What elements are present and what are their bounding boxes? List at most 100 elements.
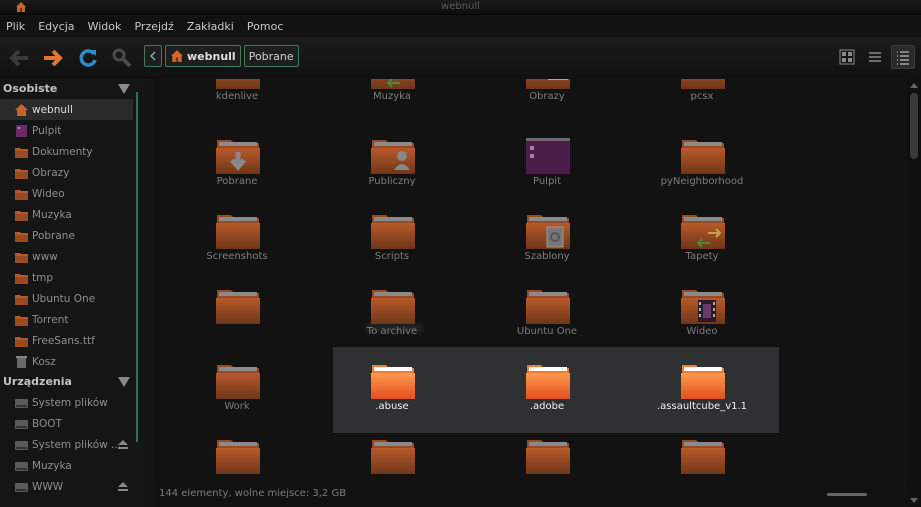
folder-icon [681,365,725,399]
file-item-label: Ubuntu One [516,326,578,337]
sidebar-item-torrent[interactable]: Torrent [0,309,133,330]
sidebar-item-label: www [32,250,58,263]
sidebar-item-label: Muzyka [32,208,72,221]
file-item[interactable]: Obrazy [477,79,617,131]
forward-arrow-icon[interactable] [42,47,64,69]
folder-icon [15,336,28,347]
breadcrumb: webnull Pobrane [144,45,299,67]
file-item[interactable]: Screenshots [167,211,307,291]
sidebar-item-dokumenty[interactable]: Dokumenty [0,141,133,162]
folder-icon [216,365,260,399]
sidebar-item-label: Ubuntu One [32,292,96,305]
sidebar-section-personal[interactable]: Osobiste [0,79,148,99]
sidebar-item-system-plik-w[interactable]: System plików [0,392,133,413]
breadcrumb-home[interactable]: webnull [165,45,241,67]
breadcrumb-current[interactable]: Pobrane [243,45,299,67]
menu-edit[interactable]: Edycja [32,16,76,33]
sidebar-item-webnull[interactable]: webnull [0,99,133,120]
file-item[interactable]: .assaultcube_v1.1 [632,361,772,441]
search-icon[interactable] [111,47,133,69]
file-item[interactable] [632,436,772,485]
sidebar-item-www[interactable]: www [0,246,133,267]
sidebar-item-www[interactable]: WWW [0,476,133,497]
file-item[interactable]: Ubuntu One [477,286,617,366]
sidebar-item-label: WWW [32,480,64,493]
file-item-label: Scripts [374,251,410,262]
menu-file[interactable]: Plik [0,16,27,33]
file-item[interactable]: Publiczny [322,136,462,216]
compact-view-icon [897,51,909,65]
sidebar-scrollbar[interactable] [136,92,144,442]
file-item[interactable] [322,436,462,485]
file-item[interactable]: Work [167,361,307,441]
collapse-triangle-icon[interactable] [118,377,130,387]
folder-icon [526,440,570,474]
file-item[interactable]: .adobe [477,361,617,441]
scroll-down-icon[interactable] [910,498,918,503]
back-arrow-icon[interactable] [8,47,30,69]
file-item[interactable] [167,436,307,485]
file-item[interactable]: pcsx [632,79,772,131]
sidebar-item-muzyka[interactable]: Muzyka [0,455,133,476]
sidebar-item-freesans-ttf[interactable]: FreeSans.ttf [0,330,133,351]
music-folder-icon [371,79,415,89]
downloads-folder-icon [15,231,28,242]
file-item[interactable]: Szablony [477,211,617,291]
sidebar-item-boot[interactable]: BOOT [0,413,133,434]
sidebar-item-pulpit[interactable]: Pulpit [0,120,133,141]
file-item[interactable]: Tapety [632,211,772,291]
file-item[interactable]: Scripts [322,211,462,291]
sidebar-item-kosz[interactable]: Kosz [0,351,133,372]
file-item[interactable]: Wideo [632,286,772,366]
sidebar-item-tmp[interactable]: tmp [0,267,133,288]
folder-icon [216,440,260,474]
folder-icon [15,252,28,263]
sidebar-item-ubuntu-one[interactable]: Ubuntu One [0,288,133,309]
file-item[interactable]: pyNeighborhood [632,136,772,216]
status-text: 144 elementy, wolne miejsce: 3,2 GB [159,488,347,499]
list-view-button[interactable] [863,45,887,69]
file-item[interactable] [477,436,617,485]
sidebar-item-label: BOOT [32,417,62,430]
file-item-label: pcsx [690,91,714,102]
file-item[interactable]: Muzyka [322,79,462,131]
sidebar-item-muzyka[interactable]: Muzyka [0,204,133,225]
file-item-label: .abuse [375,401,409,412]
menu-bar: Plik Edycja Widok Przejdź Zakładki Pomoc [0,15,921,37]
content-scrollbar[interactable] [907,79,921,507]
sidebar-item-wideo[interactable]: Wideo [0,183,133,204]
menu-help[interactable]: Pomoc [241,16,285,33]
sidebar-item-label: Kosz [32,355,56,368]
scroll-up-icon[interactable] [910,83,918,88]
file-item[interactable]: Pulpit [477,136,617,216]
window-title: webnull [441,1,480,12]
sidebar-item-obrazy[interactable]: Obrazy [0,162,133,183]
sidebar-item-system-plik-w[interactable]: System plików ... [0,434,133,455]
zoom-slider[interactable] [827,493,867,496]
collapse-triangle-icon[interactable] [118,84,130,94]
breadcrumb-back-button[interactable] [144,45,162,67]
sidebar-item-pobrane[interactable]: Pobrane [0,225,133,246]
sidebar-item-label: Dokumenty [32,145,93,158]
music-folder-icon [681,215,725,249]
scroll-thumb[interactable] [910,93,918,159]
menu-view[interactable]: Widok [82,16,124,33]
reload-icon[interactable] [77,47,99,69]
file-item[interactable]: .abuse [322,361,462,441]
file-item[interactable]: kdenlive [167,79,307,131]
title-bar[interactable]: webnull [0,0,921,15]
icon-view-button[interactable] [835,45,859,69]
file-item[interactable]: To archive [322,286,462,366]
menu-bookmarks[interactable]: Zakładki [181,16,236,33]
menu-go[interactable]: Przejdź [128,16,175,33]
file-item-label: Publiczny [368,176,416,187]
compact-view-button[interactable] [891,45,915,69]
file-item-label: Pulpit [532,176,562,187]
file-item[interactable]: Pobrane [167,136,307,216]
eject-icon[interactable] [117,439,129,449]
sidebar-section-devices[interactable]: Urządzenia [0,372,148,392]
sidebar-section-label: Osobiste [3,82,58,95]
eject-icon[interactable] [117,481,129,491]
file-item-label: Obrazy [529,91,565,102]
file-item[interactable] [167,286,307,366]
